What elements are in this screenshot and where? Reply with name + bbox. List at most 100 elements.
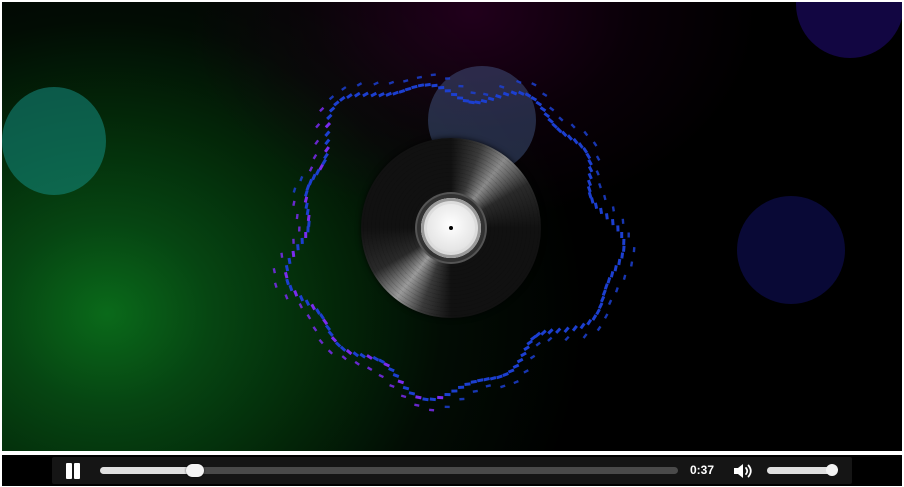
- visualizer-bar: [596, 325, 602, 332]
- visualizer-bar: [468, 100, 475, 105]
- visualizer-bar: [543, 112, 551, 119]
- pause-button[interactable]: [64, 462, 82, 480]
- visualizer-bar: [609, 271, 615, 278]
- visualizer-bar: [621, 218, 625, 224]
- visualizer-bar: [402, 79, 409, 83]
- visualizer-bar: [516, 357, 524, 364]
- visualizer-bar: [324, 130, 331, 137]
- visualizer-bar: [510, 90, 518, 96]
- visualizer-bar: [483, 377, 490, 382]
- visualizer-bar: [531, 82, 537, 87]
- mute-button[interactable]: [732, 462, 756, 480]
- visualizer-bar: [540, 329, 547, 336]
- current-time: 0:37: [690, 463, 715, 477]
- visualizer-bar: [312, 326, 318, 332]
- pause-icon: [66, 463, 72, 479]
- visualizer-bar: [611, 218, 615, 226]
- volume-slider-handle[interactable]: [825, 464, 838, 476]
- visualizer-bar: [577, 142, 584, 149]
- volume-slider[interactable]: [767, 464, 838, 476]
- visualizer-bar: [326, 113, 333, 121]
- seek-bar-handle[interactable]: [186, 464, 205, 477]
- visualizer-bar: [566, 134, 573, 141]
- visualizer-bar: [485, 384, 492, 388]
- visualizer-bar: [561, 130, 568, 138]
- visualizer-bar: [416, 75, 423, 80]
- visualizer-bar: [459, 397, 465, 401]
- visualizer-bar: [474, 100, 481, 105]
- visualizer-bar: [582, 333, 588, 339]
- pause-icon-bar: [74, 463, 80, 479]
- visualizer-bar: [620, 252, 625, 259]
- visualizer-bar: [307, 220, 311, 227]
- visualizer-bar: [614, 287, 619, 293]
- visualizer-bar: [547, 336, 553, 342]
- visualizer-stage: [2, 2, 902, 451]
- visualizer-bar: [572, 137, 579, 145]
- visualizer-bar: [517, 90, 525, 96]
- visualizer-bar: [582, 146, 589, 154]
- visualizer-bar: [583, 130, 589, 137]
- visualizer-bar: [458, 84, 464, 88]
- visualizer-bar: [285, 278, 290, 286]
- visualizer-bar: [327, 330, 334, 337]
- visualizer-bar: [327, 349, 334, 355]
- visualizer-bar: [366, 366, 373, 371]
- visualizer-bar: [346, 93, 353, 100]
- visualizer-bar: [366, 354, 373, 360]
- visualizer-bar: [397, 379, 405, 385]
- visualizer-bar: [617, 258, 622, 266]
- vinyl-record-icon: [361, 138, 541, 318]
- visualizer-bar: [305, 208, 310, 216]
- visualizer-bar: [339, 95, 346, 102]
- visualizer-bar: [392, 90, 399, 96]
- visualizer-bar: [314, 139, 320, 146]
- visualizer-bar: [444, 89, 451, 93]
- visualizer-bar: [496, 374, 503, 380]
- visualizer-bar: [462, 98, 470, 103]
- visualizer-bar: [535, 341, 541, 347]
- visualizer-bar: [324, 121, 332, 129]
- visualizer-bar: [293, 290, 299, 297]
- visualizer-bar: [507, 368, 515, 374]
- visualizer-bar: [430, 73, 436, 77]
- visualizer-bar: [284, 294, 289, 300]
- visualizer-bar: [541, 92, 548, 98]
- visualizer-bar: [593, 202, 599, 209]
- visualizer-bar: [586, 318, 593, 326]
- visualizer-bar: [304, 232, 308, 238]
- visualizer-bar: [353, 91, 361, 98]
- visualizer-bar: [607, 299, 613, 306]
- visualizer-bar: [298, 294, 305, 302]
- visualizer-bar: [284, 264, 290, 272]
- visualizer-bar: [587, 159, 593, 166]
- visualizer-bar: [591, 314, 598, 321]
- seek-bar[interactable]: [100, 464, 678, 477]
- visualizer-bar: [298, 303, 303, 309]
- visualizer-bar: [457, 96, 464, 100]
- visualizer-bar: [284, 271, 289, 279]
- visualizer-bar: [603, 283, 609, 290]
- visualizer-bar: [556, 126, 563, 134]
- visualizer-bar: [524, 92, 532, 98]
- visualizer-bar: [570, 123, 576, 129]
- visualizer-bar: [315, 308, 321, 315]
- visualizer-bar: [523, 369, 529, 374]
- visualizer-bar: [438, 86, 445, 90]
- visualizer-bar: [547, 117, 554, 124]
- visualizer-bar: [495, 94, 502, 99]
- visualizer-bar: [304, 299, 311, 307]
- visualizer-bar: [611, 206, 616, 212]
- visualizer-bar: [322, 318, 329, 326]
- visualizer-bar: [579, 322, 586, 330]
- visualizer-bar: [400, 394, 407, 399]
- visualizer-bar: [291, 250, 296, 258]
- visualizer-bar: [417, 83, 425, 88]
- visualizer-bar: [300, 237, 304, 244]
- visualizer-bar: [548, 106, 555, 112]
- visualizer-bar: [458, 385, 465, 389]
- visualizer-bar: [603, 194, 607, 201]
- vinyl-spindle-hole: [449, 226, 453, 230]
- visualizer-bar: [603, 313, 609, 319]
- visualizer-bar: [324, 146, 330, 153]
